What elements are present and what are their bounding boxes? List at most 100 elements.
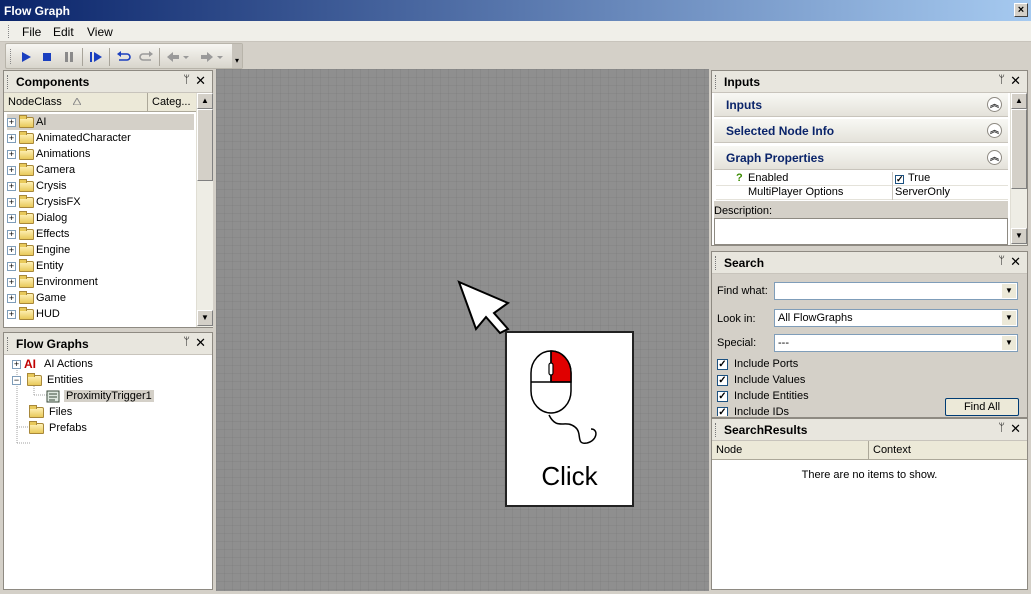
- expand-icon[interactable]: +: [7, 277, 16, 287]
- pin-icon[interactable]: ᛘ: [998, 422, 1005, 434]
- tree-node-ai-actions[interactable]: + AI AI Actions: [12, 356, 93, 372]
- components-item[interactable]: + HUD: [7, 306, 60, 322]
- find-what-combo[interactable]: ▼: [774, 282, 1018, 300]
- menu-edit[interactable]: Edit: [53, 25, 74, 39]
- back-button[interactable]: [166, 49, 190, 65]
- column-nodeclass[interactable]: NodeClass: [4, 93, 148, 112]
- look-in-combo[interactable]: All FlowGraphs ▼: [774, 309, 1018, 327]
- expand-icon[interactable]: +: [7, 133, 16, 143]
- special-combo[interactable]: --- ▼: [774, 334, 1018, 352]
- expand-icon[interactable]: +: [7, 261, 16, 271]
- panel-grip[interactable]: [7, 337, 8, 351]
- inputs-scrollbar[interactable]: ▲ ▼: [1010, 93, 1027, 245]
- property-value[interactable]: ✓ True: [892, 172, 1008, 186]
- tree-node-prefabs[interactable]: Prefabs: [29, 420, 87, 436]
- components-item[interactable]: + Game: [7, 290, 66, 306]
- components-item[interactable]: + Engine: [7, 242, 70, 258]
- window-close-button[interactable]: ×: [1014, 3, 1028, 17]
- expand-icon[interactable]: +: [7, 213, 16, 223]
- enabled-checkbox[interactable]: ✓: [895, 175, 904, 184]
- components-item[interactable]: + AnimatedCharacter: [7, 130, 131, 146]
- panel-grip[interactable]: [715, 423, 716, 437]
- pin-icon[interactable]: ᛘ: [183, 336, 190, 348]
- expand-icon[interactable]: +: [12, 359, 21, 369]
- pin-icon[interactable]: ᛘ: [183, 74, 190, 86]
- scroll-down-button[interactable]: ▼: [1011, 228, 1027, 244]
- tree-node-files[interactable]: Files: [29, 404, 72, 420]
- include-entities-option[interactable]: ✓ Include Entities: [717, 390, 809, 402]
- close-icon[interactable]: ✕: [1010, 73, 1021, 89]
- dropdown-arrow-icon[interactable]: ▼: [1002, 336, 1016, 350]
- expand-icon[interactable]: +: [7, 293, 16, 303]
- collapse-chevron-icon[interactable]: ︽: [987, 97, 1002, 112]
- components-scrollbar[interactable]: ▲ ▼: [196, 93, 213, 327]
- step-button[interactable]: [88, 49, 104, 65]
- tree-node-proximitytrigger[interactable]: ProximityTrigger1: [46, 388, 154, 404]
- toolbar-overflow-button[interactable]: ▾: [232, 44, 242, 68]
- panel-grip[interactable]: [7, 75, 8, 89]
- components-item[interactable]: + Environment: [7, 274, 98, 290]
- section-graph-properties[interactable]: Graph Properties ︽: [714, 146, 1008, 170]
- close-icon[interactable]: ✕: [195, 73, 206, 89]
- components-item[interactable]: + Entity: [7, 258, 64, 274]
- column-context[interactable]: Context: [869, 441, 1027, 460]
- pin-icon[interactable]: ᛘ: [998, 74, 1005, 86]
- menubar-grip[interactable]: [8, 25, 11, 38]
- dropdown-arrow-icon[interactable]: ▼: [1002, 284, 1016, 298]
- undo-button[interactable]: [116, 49, 132, 65]
- forward-button[interactable]: [200, 49, 224, 65]
- include-entities-checkbox[interactable]: ✓: [717, 390, 728, 402]
- play-button[interactable]: [18, 49, 34, 65]
- expand-icon[interactable]: +: [7, 245, 16, 255]
- scroll-thumb[interactable]: [197, 109, 213, 181]
- property-row-multiplayer[interactable]: MultiPlayer Options ServerOnly: [716, 186, 1008, 200]
- components-item[interactable]: + CrysisFX: [7, 194, 81, 210]
- dropdown-arrow-icon[interactable]: ▼: [1002, 311, 1016, 325]
- include-ports-checkbox[interactable]: ✓: [717, 358, 728, 370]
- column-category[interactable]: Categ...: [148, 93, 196, 112]
- include-values-option[interactable]: ✓ Include Values: [717, 374, 805, 386]
- toolbar-grip[interactable]: [10, 49, 13, 64]
- expand-icon[interactable]: +: [7, 165, 16, 175]
- close-icon[interactable]: ✕: [1010, 421, 1021, 437]
- column-node[interactable]: Node: [712, 441, 869, 460]
- menu-view[interactable]: View: [87, 25, 113, 39]
- section-selected-node-info[interactable]: Selected Node Info ︽: [714, 119, 1008, 143]
- include-ids-checkbox[interactable]: ✓: [717, 406, 728, 416]
- expand-icon[interactable]: +: [7, 181, 16, 191]
- scroll-up-button[interactable]: ▲: [197, 93, 213, 109]
- components-item[interactable]: + Crysis: [7, 178, 67, 194]
- redo-button[interactable]: [138, 49, 154, 65]
- collapse-icon[interactable]: −: [12, 375, 21, 385]
- scroll-thumb[interactable]: [1011, 109, 1027, 189]
- description-box[interactable]: [714, 218, 1008, 245]
- section-inputs[interactable]: Inputs ︽: [714, 93, 1008, 117]
- menu-file[interactable]: File: [22, 25, 41, 39]
- find-all-button[interactable]: Find All: [945, 398, 1019, 416]
- expand-icon[interactable]: +: [7, 197, 16, 207]
- stop-button[interactable]: [39, 49, 55, 65]
- expand-icon[interactable]: +: [7, 117, 16, 127]
- scroll-down-button[interactable]: ▼: [197, 310, 213, 326]
- close-icon[interactable]: ✕: [1010, 254, 1021, 270]
- pin-icon[interactable]: ᛘ: [998, 255, 1005, 267]
- include-ids-option[interactable]: ✓ Include IDs: [717, 406, 789, 416]
- include-values-checkbox[interactable]: ✓: [717, 374, 728, 386]
- graph-canvas[interactable]: Click: [216, 69, 709, 591]
- property-row-enabled[interactable]: ? Enabled ✓ True: [716, 172, 1008, 186]
- expand-icon[interactable]: +: [7, 149, 16, 159]
- include-ports-option[interactable]: ✓ Include Ports: [717, 358, 798, 370]
- tree-node-entities[interactable]: − Entities: [12, 372, 83, 388]
- close-icon[interactable]: ✕: [195, 335, 206, 351]
- components-item[interactable]: + Dialog: [7, 210, 67, 226]
- components-item[interactable]: + Animations: [7, 146, 90, 162]
- panel-grip[interactable]: [715, 75, 716, 89]
- collapse-chevron-icon[interactable]: ︽: [987, 123, 1002, 138]
- collapse-chevron-icon[interactable]: ︽: [987, 150, 1002, 165]
- property-value[interactable]: ServerOnly: [892, 186, 1008, 200]
- pause-button[interactable]: [61, 49, 77, 65]
- scroll-up-button[interactable]: ▲: [1011, 93, 1027, 109]
- components-item[interactable]: + Camera: [7, 162, 75, 178]
- expand-icon[interactable]: +: [7, 229, 16, 239]
- panel-grip[interactable]: [715, 256, 716, 270]
